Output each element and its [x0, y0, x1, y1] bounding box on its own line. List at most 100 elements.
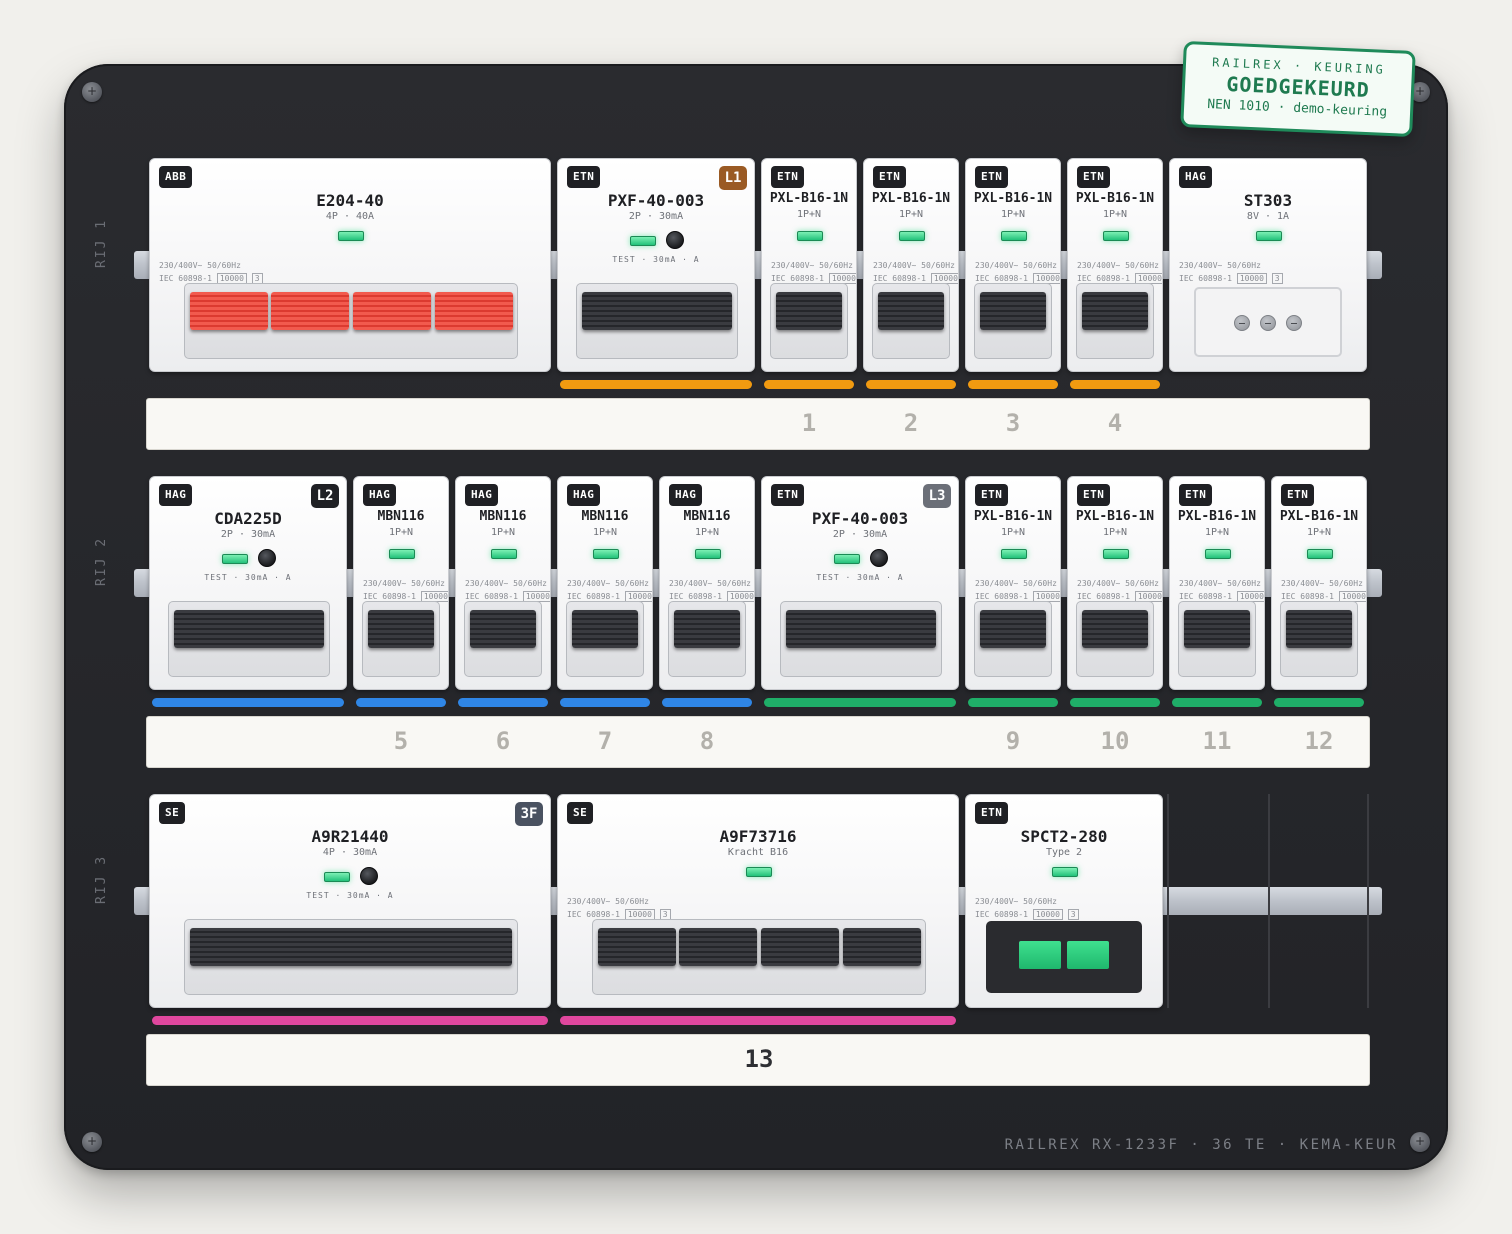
module-name: PXL-B16-1N — [973, 191, 1053, 206]
breaker-module[interactable]: ETN PXL-B16-1N 1P+N 230/400V~ 50/60Hz IEC… — [1169, 476, 1265, 690]
brand-badge: SE — [567, 802, 594, 824]
brand-badge: SE — [159, 802, 186, 824]
status-led — [899, 231, 925, 241]
module-name: SPCT2-280 — [1020, 827, 1108, 846]
breaker-module[interactable]: ETN PXL-B16-1N 1P+N 230/400V~ 50/60Hz IEC… — [1067, 158, 1163, 372]
approval-stamp: RAILREX · KEURING GOEDGEKEURD NEN 1010 ·… — [1180, 40, 1416, 138]
switch-lever[interactable] — [572, 610, 638, 648]
rcd-module[interactable]: SE 3F A9R21440 4P · 30mA TEST · 30mA · A — [149, 794, 551, 1008]
lever-well — [974, 283, 1052, 359]
group-bar — [560, 380, 752, 389]
module-name: ST303 — [1243, 191, 1293, 210]
switch-lever[interactable] — [843, 928, 921, 966]
group-bar — [1274, 698, 1364, 707]
module-spec: 1P+N — [388, 527, 414, 538]
test-button[interactable] — [870, 549, 888, 567]
breaker-module[interactable]: ETN PXL-B16-1N 1P+N 230/400V~ 50/60Hz IEC… — [1067, 476, 1163, 690]
breaker-module[interactable]: ETN PXL-B16-1N 1P+N 230/400V~ 50/60Hz IEC… — [863, 158, 959, 372]
breaker-module[interactable]: ETN PXL-B16-1N 1P+N 230/400V~ 50/60Hz IEC… — [761, 158, 857, 372]
breaker-module[interactable]: ETN PXL-B16-1N 1P+N 230/400V~ 50/60Hz IEC… — [965, 158, 1061, 372]
brand-badge: ETN — [1077, 484, 1111, 506]
brand-badge: ETN — [1077, 166, 1111, 188]
breaker-module[interactable]: HAG MBN116 1P+N 230/400V~ 50/60Hz IEC 608… — [455, 476, 551, 690]
status-led — [1052, 867, 1078, 877]
lever-well — [184, 919, 518, 995]
test-button[interactable] — [360, 867, 378, 885]
breaker-module[interactable]: HAG MBN116 1P+N 230/400V~ 50/60Hz IEC 608… — [353, 476, 449, 690]
brand-badge: ETN — [873, 166, 907, 188]
switch-lever[interactable] — [679, 928, 757, 966]
group-bar — [560, 1016, 956, 1025]
test-label: TEST · 30mA · A — [306, 891, 394, 900]
module-name: PXL-B16-1N — [769, 191, 849, 206]
surge-indicator — [1067, 941, 1109, 969]
switch-lever[interactable] — [271, 292, 349, 330]
breaker-module[interactable]: ETN PXL-B16-1N 1P+N 230/400V~ 50/60Hz IEC… — [1271, 476, 1367, 690]
rcd-module[interactable]: ETN L3 PXF-40-003 2P · 30mA TEST · 30mA … — [761, 476, 959, 690]
brand-badge: HAG — [567, 484, 601, 506]
switch-lever[interactable] — [353, 292, 431, 330]
module-spec: 8V · 1A — [1246, 211, 1290, 222]
switch-lever[interactable] — [761, 928, 839, 966]
test-label: TEST · 30mA · A — [612, 255, 700, 264]
switch-lever[interactable] — [190, 292, 268, 330]
switch-lever[interactable] — [980, 292, 1046, 330]
module-spec: 2P · 30mA — [832, 529, 888, 540]
module-name: PXL-B16-1N — [1075, 191, 1155, 206]
switch-lever[interactable] — [582, 292, 732, 330]
surge-protector-module[interactable]: ETN SPCT2-280 Type 2 230/400V~ 50/60Hz I… — [965, 794, 1163, 1008]
switch-lever[interactable] — [435, 292, 513, 330]
circuit-number: 4 — [1107, 409, 1123, 437]
switch-lever[interactable] — [674, 610, 740, 648]
test-button[interactable] — [666, 231, 684, 249]
switch-lever[interactable] — [1082, 292, 1148, 330]
breaker-module[interactable]: HAG MBN116 1P+N 230/400V~ 50/60Hz IEC 608… — [557, 476, 653, 690]
rcd-module[interactable]: ETN L1 PXF-40-003 2P · 30mA TEST · 30mA … — [557, 158, 755, 372]
bell-transformer-module[interactable]: HAG ST303 8V · 1A 230/400V~ 50/60Hz IEC … — [1169, 158, 1367, 372]
row-3-modules: SE 3F A9R21440 4P · 30mA TEST · 30mA · A… — [0, 794, 1512, 1008]
rating-text: 230/400V~ 50/60Hz IEC 60898-1 10000 — [465, 577, 550, 603]
screw-terminal-icon — [1234, 315, 1250, 331]
module-name: A9F73716 — [719, 827, 797, 846]
brand-badge: ETN — [975, 484, 1009, 506]
group-bar — [458, 698, 548, 707]
brand-badge: HAG — [1179, 166, 1213, 188]
row-2-modules: HAG L2 CDA225D 2P · 30mA TEST · 30mA · A… — [0, 476, 1512, 690]
status-led — [389, 549, 415, 559]
switch-lever[interactable] — [878, 292, 944, 330]
breaker-module[interactable]: SE A9F73716 Kracht B16 230/400V~ 50/60Hz… — [557, 794, 959, 1008]
switch-lever[interactable] — [368, 610, 434, 648]
brand-badge: HAG — [159, 484, 193, 506]
switch-lever[interactable] — [786, 610, 936, 648]
circuit-number: 11 — [1202, 727, 1232, 755]
brand-badge: HAG — [669, 484, 703, 506]
brand-badge: HAG — [363, 484, 397, 506]
switch-lever[interactable] — [598, 928, 676, 966]
brand-badge: ETN — [771, 484, 805, 506]
switch-lever[interactable] — [980, 610, 1046, 648]
switch-lever[interactable] — [1184, 610, 1250, 648]
rcd-module[interactable]: HAG L2 CDA225D 2P · 30mA TEST · 30mA · A — [149, 476, 347, 690]
lever-well — [576, 283, 738, 359]
main-switch-module[interactable]: ABB E204-40 4P · 40A 230/400V~ 50/60Hz I… — [149, 158, 551, 372]
group-bar — [968, 698, 1058, 707]
switch-lever[interactable] — [776, 292, 842, 330]
test-label: TEST · 30mA · A — [204, 573, 292, 582]
breaker-module[interactable]: HAG MBN116 1P+N 230/400V~ 50/60Hz IEC 608… — [659, 476, 755, 690]
module-spec: 1P+N — [694, 527, 720, 538]
group-bar — [1070, 380, 1160, 389]
switch-lever[interactable] — [190, 928, 512, 966]
status-led — [1256, 231, 1282, 241]
switch-lever[interactable] — [1286, 610, 1352, 648]
module-name: PXL-B16-1N — [871, 191, 951, 206]
empty-slot-divider — [1367, 794, 1369, 1008]
switch-lever[interactable] — [1082, 610, 1148, 648]
module-name: MBN116 — [683, 509, 731, 524]
switch-lever[interactable] — [470, 610, 536, 648]
module-name: MBN116 — [479, 509, 527, 524]
breaker-module[interactable]: ETN PXL-B16-1N 1P+N 230/400V~ 50/60Hz IEC… — [965, 476, 1061, 690]
test-button[interactable] — [258, 549, 276, 567]
status-led — [593, 549, 619, 559]
module-name: PXF-40-003 — [607, 191, 705, 210]
switch-lever[interactable] — [174, 610, 324, 648]
